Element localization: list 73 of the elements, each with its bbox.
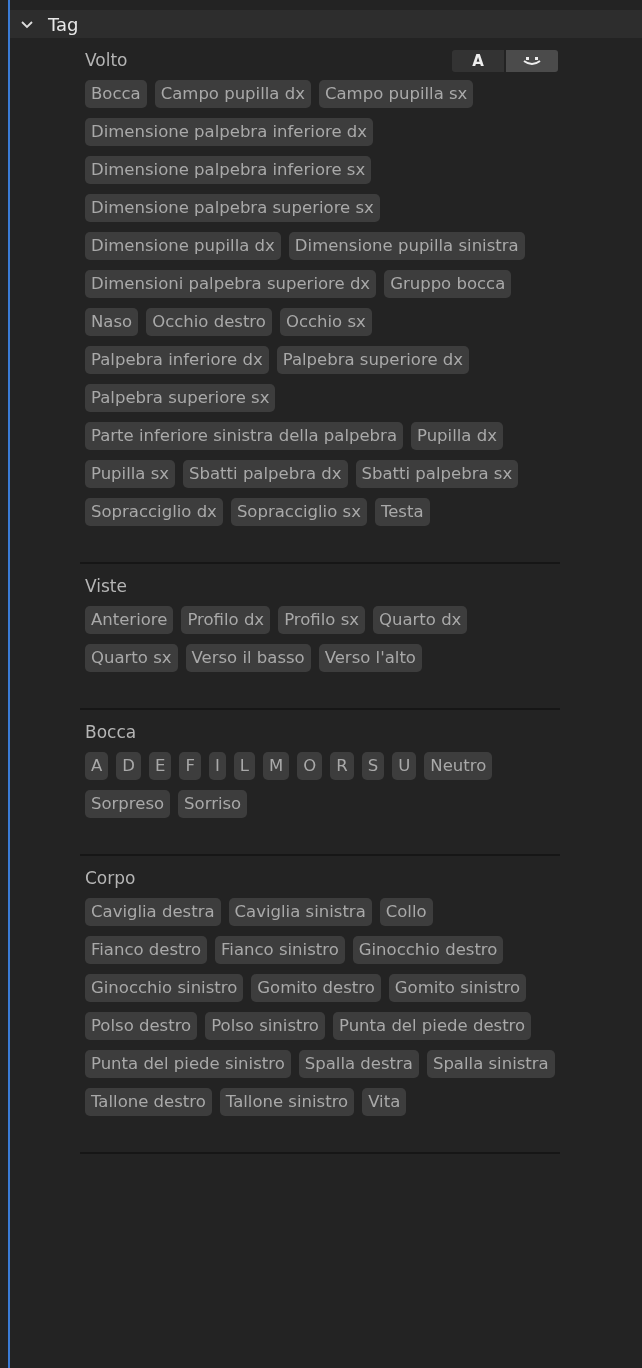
tag-chip[interactable]: Sorriso bbox=[178, 790, 248, 818]
tag-chip[interactable]: Dimensione pupilla dx bbox=[85, 232, 281, 260]
tag-chip[interactable]: L bbox=[233, 752, 256, 780]
tag-chip[interactable]: Palpebra superiore sx bbox=[85, 384, 276, 412]
panel-title: Tag bbox=[48, 12, 79, 37]
tag-chip[interactable]: Naso bbox=[85, 308, 139, 336]
tag-chip[interactable]: Sorpreso bbox=[85, 790, 171, 818]
chevron-icon bbox=[20, 19, 34, 29]
tag-chip[interactable]: Parte inferiore sinistra della palpebra bbox=[85, 422, 403, 450]
tag-chip[interactable]: I bbox=[208, 752, 226, 780]
tag-chip[interactable]: Dimensione palpebra inferiore dx bbox=[85, 118, 374, 146]
tag-chip[interactable]: D bbox=[116, 752, 141, 780]
tag-chip[interactable]: Quarto dx bbox=[373, 606, 468, 634]
tag-chip[interactable]: Caviglia sinistra bbox=[228, 898, 372, 926]
face-mode-button[interactable] bbox=[506, 50, 558, 72]
tag-chip[interactable]: Vita bbox=[362, 1088, 407, 1116]
tag-chip[interactable]: F bbox=[179, 752, 201, 780]
tag-chip[interactable]: Anteriore bbox=[85, 606, 174, 634]
tag-chip[interactable]: Spalla sinistra bbox=[426, 1050, 555, 1078]
tag-chip[interactable]: Punta del piede destro bbox=[333, 1012, 532, 1040]
tag-chip[interactable]: Gruppo bocca bbox=[384, 270, 512, 298]
tag-chip[interactable]: Verso il basso bbox=[185, 644, 311, 672]
section-title: Bocca bbox=[85, 721, 137, 745]
tag-chip[interactable]: Dimensione palpebra inferiore sx bbox=[85, 156, 372, 184]
tag-chip[interactable]: Ginocchio destro bbox=[352, 936, 504, 964]
tag-chip[interactable]: Campo pupilla sx bbox=[318, 80, 474, 108]
section-title: Volto bbox=[85, 49, 128, 73]
tag-chip[interactable]: Profilo dx bbox=[181, 606, 271, 634]
tag-chip[interactable]: Tallone sinistro bbox=[219, 1088, 355, 1116]
tag-chip[interactable]: O bbox=[297, 752, 323, 780]
text-mode-button[interactable]: A bbox=[452, 50, 504, 72]
tag-chip[interactable]: Ginocchio sinistro bbox=[85, 974, 244, 1002]
tag-chip[interactable]: Pupilla sx bbox=[85, 460, 176, 488]
tag-chip[interactable]: Quarto sx bbox=[85, 644, 178, 672]
tag-chip[interactable]: Dimensione pupilla sinistra bbox=[288, 232, 525, 260]
smiley-icon bbox=[522, 56, 542, 66]
tag-chip[interactable]: Pupilla dx bbox=[411, 422, 503, 450]
tag-chip[interactable]: Fianco sinistro bbox=[215, 936, 345, 964]
tag-chip[interactable]: Bocca bbox=[85, 80, 147, 108]
tag-chip[interactable]: Gomito sinistro bbox=[388, 974, 526, 1002]
tag-chip[interactable]: A bbox=[85, 752, 109, 780]
tag-chip[interactable]: Gomito destro bbox=[251, 974, 381, 1002]
tag-chip[interactable]: Neutro bbox=[424, 752, 493, 780]
tag-chip[interactable]: Testa bbox=[374, 498, 430, 526]
tag-chip[interactable]: Verso l'alto bbox=[318, 644, 422, 672]
panel-header[interactable]: Tag bbox=[10, 10, 642, 38]
tag-chip[interactable]: E bbox=[149, 752, 172, 780]
tag-chip[interactable]: Profilo sx bbox=[278, 606, 365, 634]
tag-chip[interactable]: Sopracciglio sx bbox=[230, 498, 367, 526]
tag-chip[interactable]: Sbatti palpebra dx bbox=[183, 460, 348, 488]
tag-chip[interactable]: Palpebra inferiore dx bbox=[85, 346, 269, 374]
tag-chip[interactable]: Polso destro bbox=[85, 1012, 198, 1040]
section-title: Corpo bbox=[85, 867, 136, 891]
tag-chip[interactable]: Fianco destro bbox=[85, 936, 208, 964]
tag-chip[interactable]: U bbox=[392, 752, 417, 780]
tag-chip[interactable]: Campo pupilla dx bbox=[154, 80, 311, 108]
tag-chip[interactable]: R bbox=[330, 752, 354, 780]
tag-chip[interactable]: Occhio sx bbox=[279, 308, 372, 336]
tag-chip[interactable]: Dimensione palpebra superiore sx bbox=[85, 194, 380, 222]
section-title: Viste bbox=[85, 575, 127, 599]
tag-chip[interactable]: Sbatti palpebra sx bbox=[355, 460, 519, 488]
tag-chip[interactable]: S bbox=[361, 752, 385, 780]
tag-chip[interactable]: Occhio destro bbox=[146, 308, 272, 336]
tag-chip[interactable]: Palpebra superiore dx bbox=[276, 346, 469, 374]
tag-chip[interactable]: Caviglia destra bbox=[85, 898, 221, 926]
tag-chip[interactable]: Collo bbox=[379, 898, 433, 926]
tag-chip[interactable]: Sopracciglio dx bbox=[85, 498, 223, 526]
tag-chip[interactable]: Polso sinistro bbox=[205, 1012, 325, 1040]
tag-chip[interactable]: Spalla destra bbox=[298, 1050, 419, 1078]
tag-chip[interactable]: Tallone destro bbox=[85, 1088, 212, 1116]
tag-chip[interactable]: Dimensioni palpebra superiore dx bbox=[85, 270, 377, 298]
tag-chip[interactable]: Punta del piede sinistro bbox=[85, 1050, 291, 1078]
tag-chip[interactable]: M bbox=[263, 752, 290, 780]
